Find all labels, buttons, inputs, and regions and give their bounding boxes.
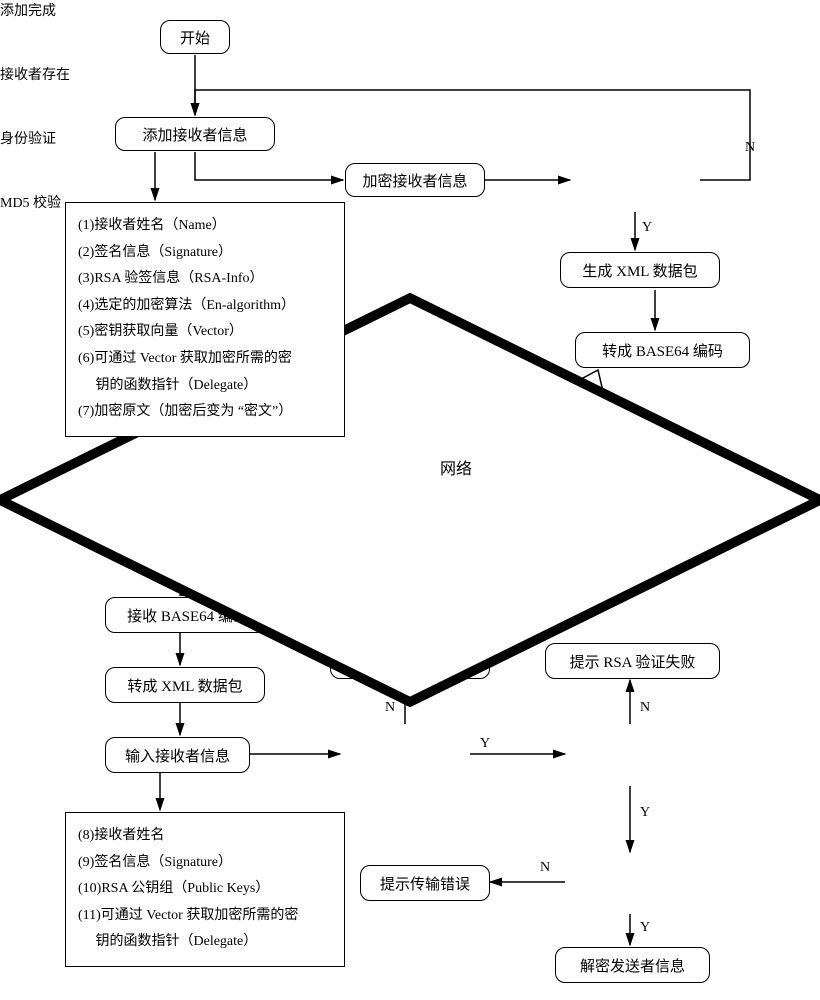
info2-l3: (10)RSA 公钥组（Public Keys） xyxy=(78,876,332,903)
label-n2: N xyxy=(385,700,395,716)
info2-l4b: 钥的函数指针（Delegate） xyxy=(78,929,332,956)
info1-l7: (7)加密原文（加密后变为 “密文”） xyxy=(78,399,332,426)
label-y3: Y xyxy=(640,805,650,821)
info2-l4: (11)可通过 Vector 获取加密所需的密 xyxy=(78,903,332,930)
info1-l6b: 钥的函数指针（Delegate） xyxy=(78,373,332,400)
label-y2: Y xyxy=(480,736,490,752)
md5-check-label: MD5 校验 xyxy=(0,196,61,211)
info1-l2: (2)签名信息（Signature） xyxy=(78,240,332,267)
info1-l4: (4)选定的加密算法（En-algorithm） xyxy=(78,293,332,320)
info1-l3: (3)RSA 验签信息（RSA-Info） xyxy=(78,266,332,293)
decrypt-sender-node: 解密发送者信息 xyxy=(555,947,710,983)
identity-verify-label: 身份验证 xyxy=(0,132,56,147)
network-label: 网络 xyxy=(440,455,472,479)
info1-l5: (5)密钥获取向量（Vector） xyxy=(78,319,332,346)
label-n3: N xyxy=(640,700,650,716)
info2-l2: (9)签名信息（Signature） xyxy=(78,850,332,877)
label-y1: Y xyxy=(642,220,652,236)
label-n4: N xyxy=(540,860,550,876)
info1-l1: (1)接收者姓名（Name） xyxy=(78,213,332,240)
info1-l6: (6)可通过 Vector 获取加密所需的密 xyxy=(78,346,332,373)
add-done-label: 添加完成 xyxy=(0,4,56,19)
sender-info-box: (1)接收者姓名（Name） (2)签名信息（Signature） (3)RSA… xyxy=(65,202,345,437)
label-y4: Y xyxy=(640,920,650,936)
info2-l1: (8)接收者姓名 xyxy=(78,823,332,850)
receiver-exist-label: 接收者存在 xyxy=(0,68,70,83)
label-n1: N xyxy=(745,140,755,156)
receiver-info-box: (8)接收者姓名 (9)签名信息（Signature） (10)RSA 公钥组（… xyxy=(65,812,345,967)
